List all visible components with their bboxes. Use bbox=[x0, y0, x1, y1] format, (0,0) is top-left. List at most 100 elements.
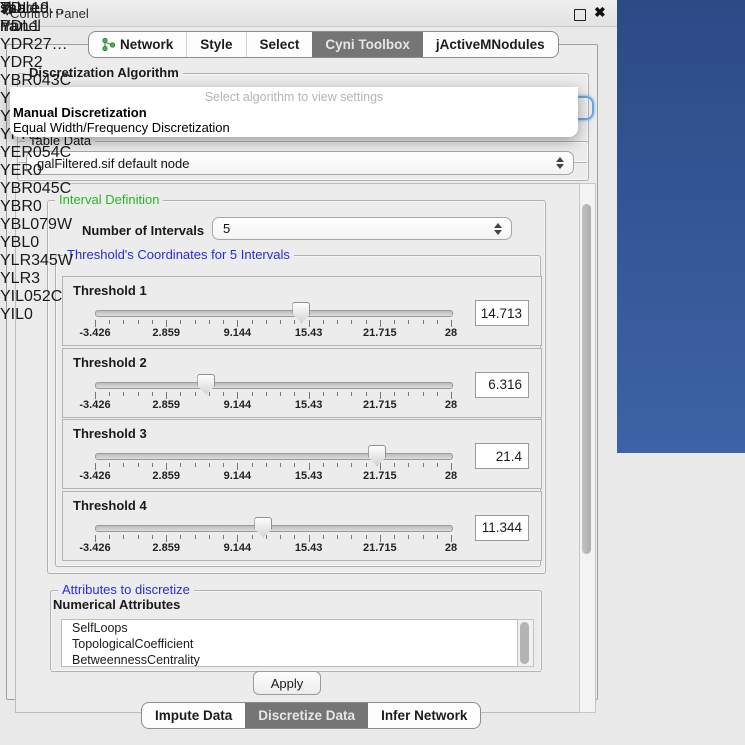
slider-tick bbox=[237, 535, 238, 542]
slider-tick bbox=[195, 463, 196, 467]
slider-tick bbox=[423, 320, 424, 324]
tab-style[interactable]: Style bbox=[186, 32, 245, 57]
table-row[interactable]: YBL079WYBL0 bbox=[0, 216, 75, 252]
attribute-list-item[interactable]: TopologicalCoefficient bbox=[62, 636, 518, 652]
slider-tick-label: 2.859 bbox=[152, 327, 180, 339]
slider-tick-label: 15.43 bbox=[295, 542, 323, 554]
number-of-intervals-combobox[interactable]: 5 bbox=[212, 217, 512, 240]
slider-tick bbox=[252, 535, 253, 539]
slider-tick bbox=[366, 535, 367, 539]
table-row[interactable]: YDL19…YDL1 bbox=[0, 0, 75, 36]
slider-tick-label: 9.144 bbox=[224, 399, 252, 411]
tab-cyni-toolbox[interactable]: Cyni Toolbox bbox=[312, 32, 423, 57]
close-icon[interactable]: ✖ bbox=[594, 4, 606, 21]
slider-tick bbox=[351, 535, 352, 539]
tab-infer-network[interactable]: Infer Network bbox=[368, 703, 480, 728]
threshold-slider-track[interactable] bbox=[95, 310, 453, 317]
slider-tick bbox=[337, 463, 338, 467]
slider-tick bbox=[223, 535, 224, 539]
table-row[interactable]: YER054CYER0 bbox=[0, 144, 75, 180]
slider-tick bbox=[180, 463, 181, 467]
algorithm-option-equal-width[interactable]: Equal Width/Frequency Discretization bbox=[13, 120, 230, 135]
threshold-value-field[interactable]: 21.4 bbox=[475, 443, 529, 469]
slider-tick bbox=[408, 392, 409, 396]
slider-tick bbox=[323, 320, 324, 324]
slider-tick bbox=[280, 463, 281, 467]
slider-tick bbox=[309, 463, 310, 470]
numerical-attributes-list[interactable]: SelfLoopsTopologicalCoefficientBetweenne… bbox=[61, 619, 519, 667]
thresholds-group: Threshold's Coordinates for 5 Intervals … bbox=[55, 255, 541, 567]
tab-discretize-data[interactable]: Discretize Data bbox=[245, 703, 368, 728]
slider-tick bbox=[337, 392, 338, 396]
attributes-scrollbar[interactable] bbox=[517, 619, 534, 667]
threshold-value-field[interactable]: 11.344 bbox=[475, 515, 529, 541]
algorithm-option-manual[interactable]: Manual Discretization bbox=[13, 105, 147, 120]
thresholds-group-label: Threshold's Coordinates for 5 Intervals bbox=[63, 247, 294, 262]
threshold-slider-thumb[interactable] bbox=[368, 445, 386, 466]
slider-tick bbox=[152, 320, 153, 324]
slider-tick bbox=[437, 392, 438, 396]
threshold-slider-track[interactable] bbox=[95, 525, 453, 532]
threshold-row: Threshold 3-3.4262.8599.14415.4321.71528… bbox=[62, 419, 542, 489]
threshold-value-field[interactable]: 14.713 bbox=[475, 300, 529, 326]
attributes-group-label: Attributes to discretize bbox=[58, 582, 194, 597]
float-window-icon[interactable] bbox=[574, 9, 586, 21]
panel-scrollbar-thumb[interactable] bbox=[582, 204, 591, 554]
table-rows: YDL19…YDL1YDR27…YDR2YBR043CYBR0YPR145WYP… bbox=[0, 0, 75, 324]
slider-tick bbox=[380, 392, 381, 399]
slider-tick-label: 15.43 bbox=[295, 327, 323, 339]
slider-tick bbox=[451, 392, 452, 399]
slider-tick bbox=[237, 320, 238, 327]
slider-tick bbox=[309, 320, 310, 327]
tab-network[interactable]: Network bbox=[89, 32, 186, 57]
apply-button[interactable]: Apply bbox=[253, 671, 321, 695]
slider-tick bbox=[266, 535, 267, 539]
slider-tick-label: 28 bbox=[445, 542, 457, 554]
attribute-list-item[interactable]: SelfLoops bbox=[62, 620, 518, 636]
slider-tick bbox=[437, 320, 438, 324]
slider-tick bbox=[166, 535, 167, 542]
cyni-toolbox-panel: Discretization Algorithm Table Data galF… bbox=[6, 44, 598, 700]
slider-tick bbox=[294, 392, 295, 396]
slider-tick bbox=[437, 463, 438, 467]
panel-vertical-scrollbar[interactable] bbox=[579, 183, 596, 713]
threshold-label: Threshold 1 bbox=[73, 283, 147, 298]
table-row[interactable]: YDR27…YDR2 bbox=[0, 36, 75, 72]
attributes-scrollbar-thumb[interactable] bbox=[520, 622, 529, 664]
slider-tick bbox=[237, 392, 238, 399]
table-cell: YDR27… bbox=[0, 36, 75, 54]
slider-tick bbox=[266, 392, 267, 396]
slider-tick bbox=[394, 392, 395, 396]
table-row[interactable]: YIL052CYIL0 bbox=[0, 288, 75, 324]
threshold-slider-thumb[interactable] bbox=[197, 374, 215, 395]
tab-label: Select bbox=[260, 37, 300, 52]
number-of-intervals-label: Number of Intervals bbox=[82, 223, 204, 238]
threshold-slider-track[interactable] bbox=[95, 453, 453, 460]
slider-tick bbox=[451, 463, 452, 470]
tab-jactivemnodules[interactable]: jActiveMNodules bbox=[423, 32, 558, 57]
table-row[interactable]: YBR045CYBR0 bbox=[0, 180, 75, 216]
tab-impute-data[interactable]: Impute Data bbox=[142, 703, 245, 728]
slider-tick-label: -3.426 bbox=[79, 542, 110, 554]
slider-tick-label: -3.426 bbox=[79, 399, 110, 411]
threshold-label: Threshold 2 bbox=[73, 355, 147, 370]
tab-select[interactable]: Select bbox=[246, 32, 313, 57]
slider-tick bbox=[366, 463, 367, 467]
threshold-value-field[interactable]: 6.316 bbox=[475, 372, 529, 398]
table-data-combobox[interactable]: galFiltered.sif default node bbox=[26, 151, 574, 175]
algorithm-hint-option[interactable]: Select algorithm to view settings bbox=[10, 90, 578, 104]
slider-tick bbox=[123, 392, 124, 396]
cyni-mode-tab-bar: Impute DataDiscretize DataInfer Network bbox=[141, 702, 481, 729]
slider-tick bbox=[280, 535, 281, 539]
threshold-slider-thumb[interactable] bbox=[254, 517, 272, 538]
table-cell: YDL19… bbox=[0, 0, 75, 18]
threshold-slider-track[interactable] bbox=[95, 382, 453, 389]
slider-tick bbox=[152, 463, 153, 467]
tab-label: jActiveMNodules bbox=[436, 37, 545, 52]
network-window-frame: GAL80GCGAL11GAL4GCY1HHAP2 bbox=[617, 0, 745, 453]
table-row[interactable]: YLR345WYLR3 bbox=[0, 252, 75, 288]
slider-tick bbox=[237, 463, 238, 470]
attribute-list-item[interactable]: BetweennessCentrality bbox=[62, 652, 518, 667]
slider-tick bbox=[366, 392, 367, 396]
slider-tick bbox=[123, 535, 124, 539]
